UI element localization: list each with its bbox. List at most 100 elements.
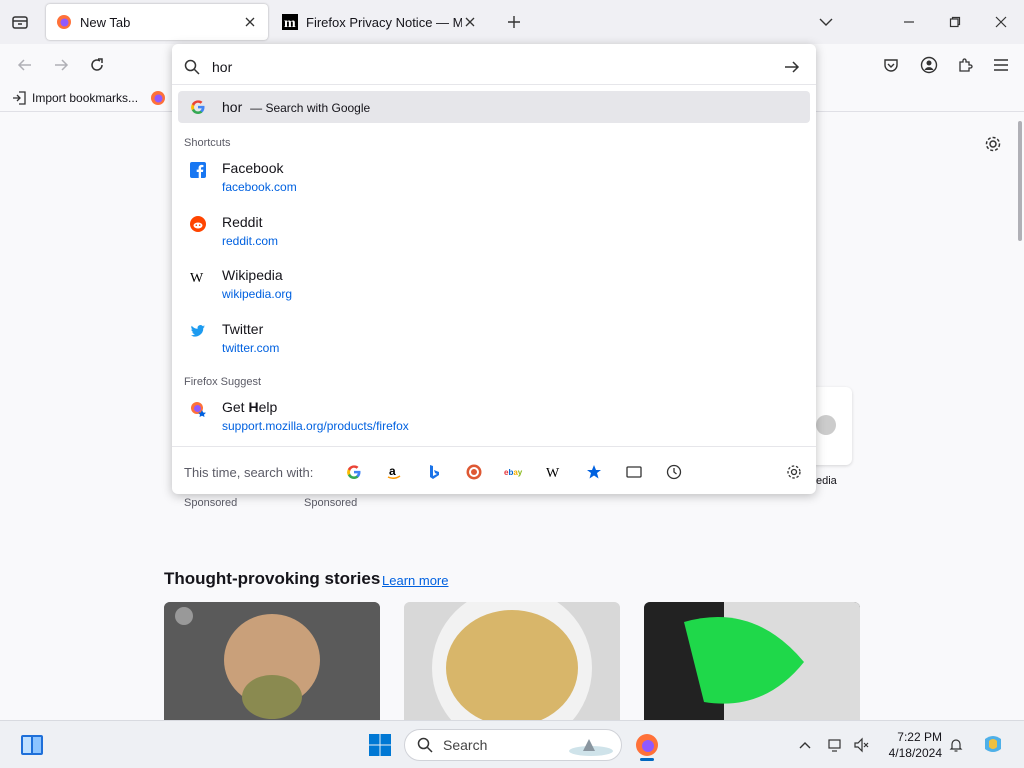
firefox-view-icon [12, 16, 28, 29]
list-all-tabs-button[interactable] [816, 12, 836, 32]
volume-icon-button[interactable] [852, 735, 872, 755]
urlbar-input[interactable] [212, 59, 752, 75]
wikipedia-globe-icon [816, 415, 836, 435]
clock-date: 4/18/2024 [888, 746, 942, 760]
engine-amazon-button[interactable]: a [374, 464, 414, 480]
close-window-button[interactable] [990, 12, 1012, 32]
tab-strip: New Tab m Firefox Privacy Notice — Mozil… [0, 0, 1024, 44]
copilot-icon [985, 736, 1001, 752]
chevron-up-icon [799, 742, 811, 749]
notifications-button[interactable] [946, 735, 966, 755]
scrollbar[interactable] [1018, 121, 1022, 241]
firefox-view-button[interactable] [10, 12, 30, 32]
taskbar-firefox-button[interactable] [632, 729, 662, 761]
search-settings-button[interactable] [784, 464, 804, 480]
shortcut-row-reddit[interactable]: Reddit reddit.com [178, 214, 810, 248]
google-icon [191, 100, 205, 114]
story-card[interactable] [644, 602, 860, 720]
windows-taskbar: Search 7:22 PM 4/18/2024 [0, 720, 1024, 768]
taskbar-search-box[interactable]: Search [404, 729, 622, 761]
story-image [164, 602, 380, 720]
search-engine-hint: — Search with Google [250, 101, 371, 115]
suggest-row-get-help[interactable]: Get Help support.mozilla.org/products/fi… [178, 399, 810, 433]
shortcut-row-twitter[interactable]: Twitter twitter.com [178, 321, 810, 355]
minimize-button[interactable] [898, 12, 920, 32]
story-image [404, 602, 620, 720]
tab-close-button[interactable] [242, 14, 258, 30]
story-image [644, 602, 860, 720]
app-menu-button[interactable] [990, 54, 1012, 76]
tab-new-tab[interactable]: New Tab [46, 4, 268, 40]
gear-icon [787, 465, 801, 479]
go-arrow-icon[interactable] [784, 59, 800, 75]
engine-ebay-button[interactable]: ebay [494, 466, 534, 478]
network-icon-button[interactable] [826, 735, 846, 755]
shortcut-row-facebook[interactable]: Facebook facebook.com [178, 160, 810, 194]
shortcut-title: Reddit [222, 214, 263, 230]
sponsored-label: Sponsored [304, 497, 358, 509]
divider [172, 446, 816, 447]
story-card[interactable] [404, 602, 620, 720]
tile-label: edia [816, 475, 837, 487]
urlbar-dropdown: hor — Search with Google Shortcuts Faceb… [172, 44, 816, 494]
shortcut-url: twitter.com [222, 341, 280, 355]
copilot-button[interactable] [980, 731, 1006, 759]
engine-bing-button[interactable] [414, 464, 454, 480]
import-icon [13, 91, 26, 105]
back-button[interactable] [14, 54, 36, 76]
bell-icon [949, 739, 963, 752]
hamburger-icon [994, 59, 1008, 71]
svg-text:W: W [190, 271, 204, 285]
ebay-icon: ebay [504, 468, 523, 477]
forward-button[interactable] [50, 54, 72, 76]
tab-privacy-notice[interactable]: m Firefox Privacy Notice — Mozilla [272, 4, 488, 40]
close-icon [465, 17, 475, 27]
mozilla-icon: m [282, 14, 298, 30]
shortcut-title: Twitter [222, 321, 264, 337]
tab-icon [626, 466, 642, 478]
reload-icon [91, 58, 103, 71]
tab-title: Firefox Privacy Notice — Mozilla [306, 14, 462, 30]
engine-duckduckgo-button[interactable] [454, 464, 494, 480]
twitter-icon [190, 325, 205, 337]
tab-close-button[interactable] [462, 14, 478, 30]
show-hidden-icons-button[interactable] [796, 735, 814, 755]
divider [172, 84, 816, 85]
account-button[interactable] [918, 54, 940, 76]
clock-icon [666, 464, 682, 480]
firefox-icon [57, 15, 71, 29]
svg-text:W: W [546, 466, 560, 480]
start-button[interactable] [366, 731, 394, 759]
customize-button[interactable] [984, 135, 1002, 153]
network-icon [828, 739, 841, 752]
taskbar-clock[interactable]: 7:22 PM 4/18/2024 [884, 729, 942, 761]
shortcut-row-wikipedia[interactable]: W Wikipedia wikipedia.org [178, 267, 810, 301]
restore-button[interactable] [944, 12, 966, 32]
extensions-button[interactable] [954, 54, 976, 76]
facebook-icon [190, 162, 206, 178]
search-tabs-button[interactable] [614, 464, 654, 480]
suggest-title: Get Help [222, 399, 278, 415]
widgets-button[interactable] [18, 731, 46, 759]
active-indicator [640, 758, 654, 761]
firefox-icon [636, 734, 658, 756]
pocket-button[interactable] [880, 54, 902, 76]
reddit-icon [190, 216, 206, 232]
reload-button[interactable] [86, 54, 108, 76]
engine-google-button[interactable] [334, 464, 374, 480]
learn-more-link[interactable]: Learn more [382, 573, 448, 588]
search-suggestion-row[interactable]: hor — Search with Google [178, 91, 810, 123]
shortcut-title: Wikipedia [222, 267, 283, 283]
shortcuts-heading: Shortcuts [184, 137, 231, 149]
suggest-url: support.mozilla.org/products/firefox [222, 419, 409, 433]
account-icon [920, 56, 938, 74]
engine-wikipedia-button[interactable]: W [534, 464, 574, 480]
story-card[interactable] [164, 602, 380, 720]
search-bookmarks-button[interactable] [574, 464, 614, 480]
arrow-left-icon [17, 59, 31, 71]
search-history-button[interactable] [654, 464, 694, 480]
new-tab-button[interactable] [504, 12, 524, 32]
arrow-right-icon [55, 59, 69, 71]
firefox-icon [151, 91, 166, 105]
import-bookmarks-button[interactable]: Import bookmarks... [12, 90, 166, 106]
